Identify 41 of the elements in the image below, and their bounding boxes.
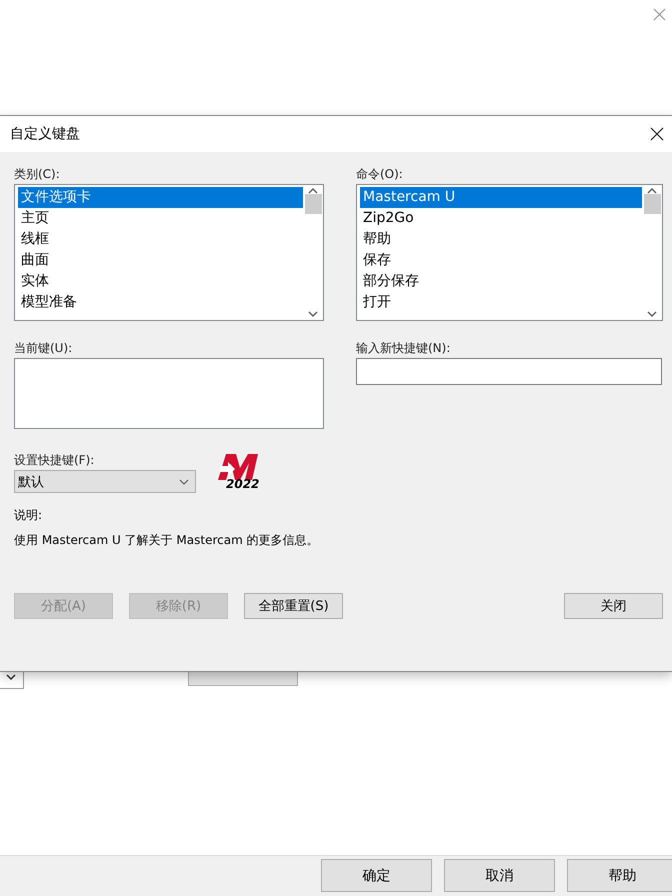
shortcut-set-dropdown[interactable]: 默认 — [14, 470, 196, 493]
list-item[interactable]: Zip2Go — [360, 208, 642, 229]
scroll-thumb[interactable] — [304, 194, 322, 214]
close-icon[interactable] — [650, 127, 664, 141]
list-box[interactable]: 文件选项卡 主页 线框 曲面 实体 模型准备 — [14, 184, 324, 321]
list-label: 类别(C): — [14, 166, 61, 183]
list-label: 命令(O): — [356, 166, 404, 183]
list-item[interactable]: 打开 — [360, 292, 642, 313]
list-item[interactable]: 模型准备 — [18, 292, 303, 313]
scroll-down-icon[interactable] — [647, 311, 657, 317]
description-text: 使用 Mastercam U 了解关于 Mastercam 的更多信息。 — [14, 532, 320, 549]
description-label: 说明: — [14, 507, 44, 524]
logo-caption: 2022 — [226, 478, 260, 490]
window-title: 自定义键盘 — [10, 125, 80, 143]
list-item[interactable]: 实体 — [18, 271, 303, 292]
dialog-button[interactable]: 全部重置(S) — [244, 593, 343, 619]
scroll-up-icon[interactable] — [647, 188, 657, 194]
dialog-button[interactable]: 确定 — [321, 859, 432, 892]
chevron-down-icon — [179, 478, 189, 484]
list-item[interactable]: 主页 — [18, 208, 303, 229]
list-box[interactable]: Mastercam U Zip2Go 帮助 保存 部分保存 打开 — [356, 184, 663, 321]
scroll-down-icon[interactable] — [308, 311, 318, 317]
list-item[interactable]: 部分保存 — [360, 271, 642, 292]
current-keys-box[interactable] — [14, 358, 324, 429]
list-item[interactable]: Mastercam U — [360, 187, 642, 208]
field-label: 设置快捷键(F): — [14, 452, 96, 469]
logo-icon — [218, 454, 258, 480]
field-label: 当前键(U): — [14, 340, 74, 357]
list-item[interactable]: 线框 — [18, 229, 303, 250]
dialog-button[interactable]: 取消 — [444, 859, 555, 892]
close-button[interactable]: 关闭 — [564, 593, 663, 619]
shortcut-input-field[interactable] — [356, 358, 662, 385]
list-item[interactable]: 保存 — [360, 250, 642, 271]
dialog-button[interactable]: 帮助 — [567, 859, 672, 892]
chevron-down-icon — [6, 674, 16, 680]
scroll-thumb[interactable] — [644, 194, 660, 214]
field-label: 输入新快捷键(N): — [356, 340, 452, 357]
list-item[interactable]: 曲面 — [18, 250, 303, 271]
list-item[interactable]: 帮助 — [360, 229, 642, 250]
list-item[interactable]: 文件选项卡 — [18, 187, 303, 208]
scroll-up-icon[interactable] — [308, 188, 318, 194]
